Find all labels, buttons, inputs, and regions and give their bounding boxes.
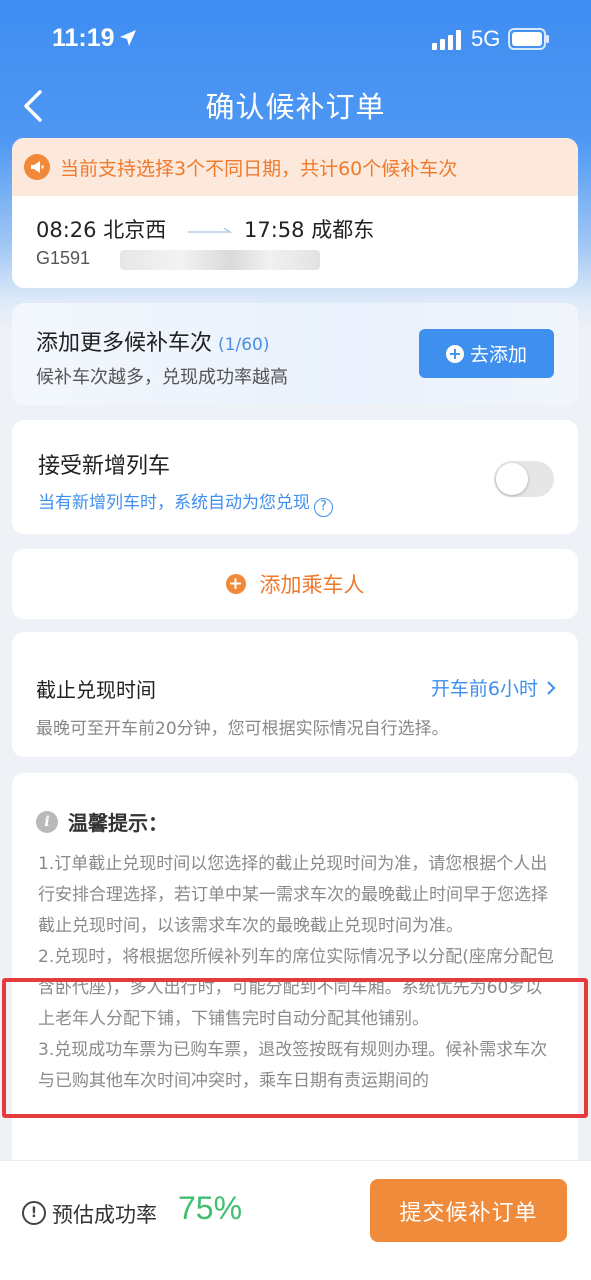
new-train-toggle[interactable] bbox=[494, 461, 554, 497]
add-trains-title: 添加更多候补车次 bbox=[36, 331, 213, 356]
add-trains-title-row: 添加更多候补车次 (1/60) bbox=[36, 325, 269, 357]
route-arrow-icon bbox=[188, 228, 232, 233]
new-train-subtitle-row: 当有新增列车时，系统自动为您兑现? bbox=[38, 488, 333, 517]
toggle-knob bbox=[496, 463, 528, 495]
add-trains-subtitle: 候补车次越多，兑现成功率越高 bbox=[36, 367, 288, 388]
redacted-date bbox=[120, 250, 320, 270]
tips-body: 1.订单截止兑现时间以您选择的截止兑现时间为准，请您根据个人出行安排合理选择，若… bbox=[38, 849, 558, 1097]
deadline-card[interactable]: 截止兑现时间 开车前6小时 最晚可至开车前20分钟，您可根据实际情况自行选择。 bbox=[12, 632, 578, 757]
deadline-title: 截止兑现时间 bbox=[36, 678, 156, 702]
network-type: 5G bbox=[471, 26, 501, 51]
new-train-card: 接受新增列车 当有新增列车时，系统自动为您兑现? bbox=[12, 420, 578, 534]
add-trains-button-label: 去添加 bbox=[469, 344, 527, 366]
departure-info: 08:26 北京西 bbox=[36, 218, 167, 242]
page-title: 确认候补订单 bbox=[205, 90, 386, 124]
new-train-subtitle: 当有新增列车时，系统自动为您兑现 bbox=[38, 493, 310, 513]
notice-text: 当前支持选择3个不同日期，共计60个候补车次 bbox=[60, 157, 458, 180]
plus-circle-icon: + bbox=[225, 574, 246, 594]
deadline-subtitle: 最晚可至开车前20分钟，您可根据实际情况自行选择。 bbox=[36, 719, 449, 739]
trip-card: 当前支持选择3个不同日期，共计60个候补车次 08:26 北京西 17:58 成… bbox=[12, 138, 578, 288]
status-time: 11:19 bbox=[52, 24, 115, 52]
status-bar: 11:19 5G bbox=[0, 0, 591, 80]
signal-icon bbox=[432, 30, 461, 50]
new-train-title: 接受新增列车 bbox=[38, 454, 171, 479]
deadline-value-text: 开车前6小时 bbox=[430, 678, 538, 700]
tip-item-2: 2.兑现时，将根据您所候补列车的席位实际情况予以分配(座席分配包含卧代座)，多人… bbox=[38, 947, 554, 1029]
submit-order-button[interactable]: 提交候补订单 bbox=[370, 1179, 567, 1242]
arrival-info: 17:58 成都东 bbox=[244, 218, 375, 242]
deadline-value[interactable]: 开车前6小时 bbox=[431, 674, 556, 701]
tips-title: 温馨提示： bbox=[68, 811, 168, 835]
bottom-bar: ! 预估成功率 75% 提交候补订单 bbox=[0, 1160, 591, 1280]
add-passenger-label: 添加乘车人 bbox=[259, 573, 365, 597]
location-arrow-icon bbox=[120, 30, 136, 46]
chevron-right-icon bbox=[547, 681, 556, 695]
alert-circle-icon[interactable]: ! bbox=[22, 1201, 46, 1225]
tip-item-3: 3.兑现成功车票为已购车票，退改签按既有规则办理。候补需求车次与已购其他车次时间… bbox=[38, 1040, 548, 1091]
tips-card: i 温馨提示： 1.订单截止兑现时间以您选择的截止兑现时间为准，请您根据个人出行… bbox=[12, 773, 578, 1193]
add-trains-count: (1/60) bbox=[218, 335, 270, 355]
add-trains-card: 添加更多候补车次 (1/60) 候补车次越多，兑现成功率越高 + 去添加 bbox=[12, 303, 578, 405]
add-trains-button[interactable]: + 去添加 bbox=[419, 329, 554, 378]
success-rate-label: 预估成功率 bbox=[52, 1203, 157, 1227]
plus-circle-icon: + bbox=[445, 344, 464, 363]
tip-item-1: 1.订单截止兑现时间以您选择的截止兑现时间为准，请您根据个人出行安排合理选择，若… bbox=[38, 854, 548, 936]
train-number: G1591 bbox=[36, 248, 91, 268]
tips-header: i 温馨提示： bbox=[36, 807, 168, 836]
battery-icon bbox=[508, 28, 549, 50]
success-rate-value: 75% bbox=[178, 1190, 243, 1226]
submit-order-label: 提交候补订单 bbox=[399, 1200, 538, 1226]
info-icon: i bbox=[36, 810, 58, 833]
question-mark-icon[interactable]: ? bbox=[314, 498, 333, 517]
notice-banner: 当前支持选择3个不同日期，共计60个候补车次 bbox=[12, 138, 578, 196]
megaphone-icon bbox=[24, 154, 50, 180]
add-passenger-button[interactable]: + 添加乘车人 bbox=[12, 549, 578, 619]
